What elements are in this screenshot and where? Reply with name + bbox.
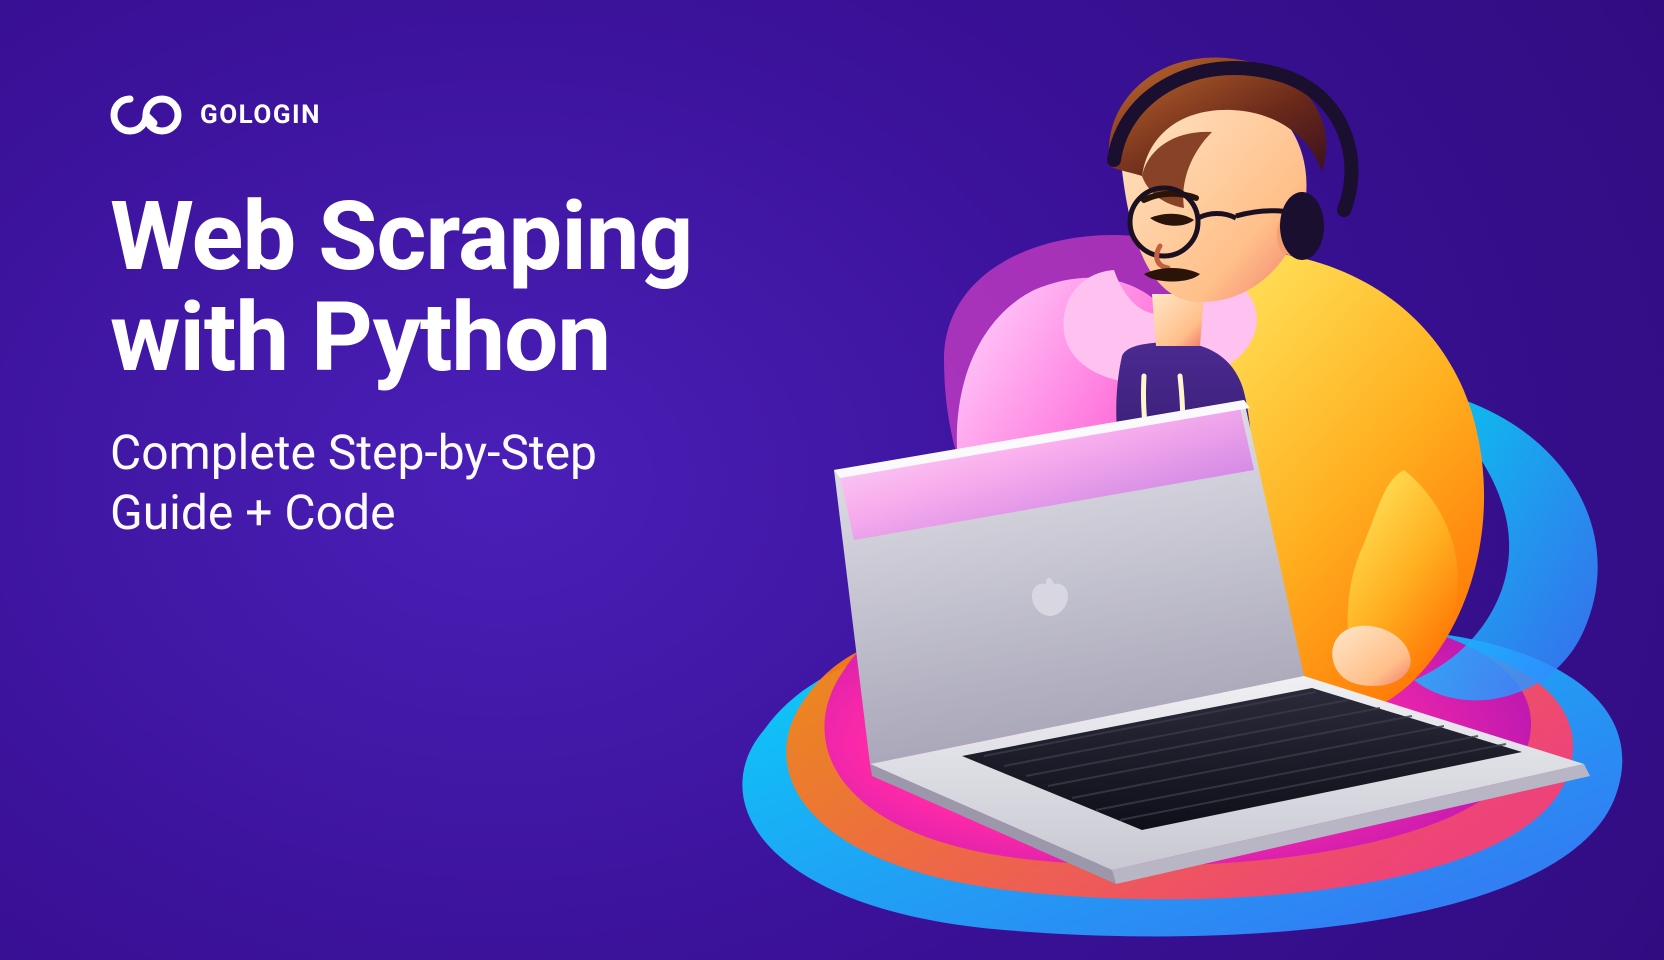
hoodie-right [1184,250,1484,724]
blob-cyan-accent [1414,400,1598,700]
apple-logo-icon [1032,578,1068,616]
blob-orange-layer [786,606,1573,900]
hoodie-back-glow [944,235,1286,584]
blob-pink-layer [824,591,1531,866]
hand-right [1332,626,1410,686]
headline: Web Scraping with Python [110,187,692,389]
brand-row: GOLOGIN [110,95,692,135]
text-block: GOLOGIN Web Scraping with Python Complet… [110,95,692,543]
subheadline: Complete Step-by-Step Guide + Code [110,423,692,543]
brand-name: GOLOGIN [200,100,321,130]
laptop [834,400,1590,884]
headline-line-1: Web Scraping [110,181,692,293]
logo-icon [110,95,182,135]
tshirt [1116,342,1251,547]
subhead-line-1: Complete Step-by-Step [110,424,597,481]
blob-cyan-layer [742,611,1622,936]
headline-line-2: with Python [110,282,610,394]
subhead-line-2: Guide + Code [110,484,396,541]
hero-illustration [644,40,1664,960]
drawstring-1 [1144,376,1157,464]
sleeve-left [965,480,1114,682]
hoodie-left [957,278,1192,641]
neck [1152,294,1204,346]
hood [1064,268,1257,384]
head [1109,58,1352,303]
drawstring-2 [1178,376,1183,460]
sleeve-right [1348,470,1458,678]
hand-left [1093,620,1165,676]
